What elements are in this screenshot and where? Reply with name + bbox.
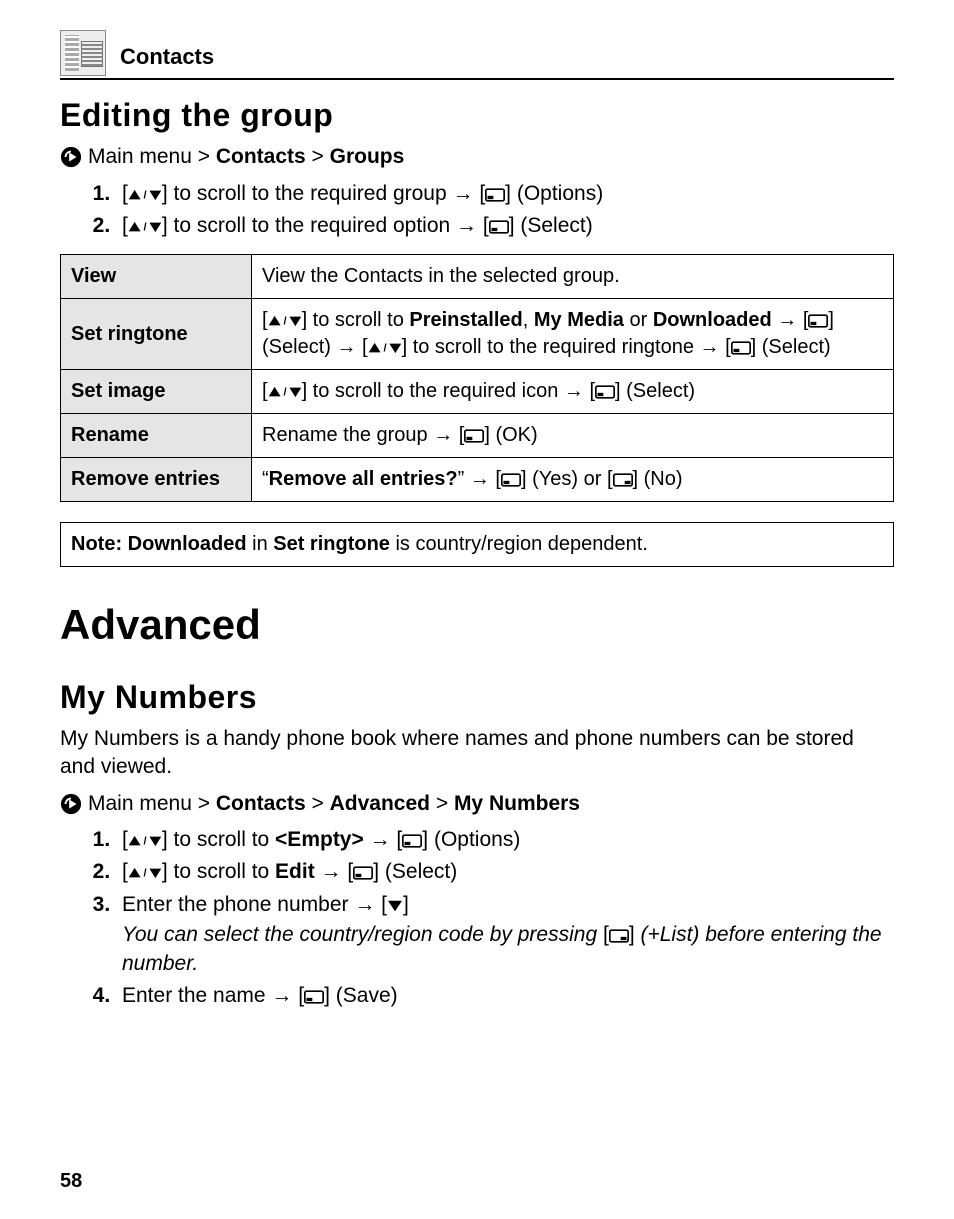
updown-icon: / [268, 309, 302, 331]
section-name: Contacts [120, 42, 214, 72]
options-table: View View the Contacts in the selected g… [60, 254, 894, 502]
softkey-icon [501, 468, 521, 490]
softkey-icon [485, 182, 505, 205]
softkey-icon [304, 984, 324, 1007]
table-row: Rename Rename the group → [] (OK) [61, 414, 894, 458]
softkey-icon [489, 214, 509, 237]
row-label: Set image [61, 370, 252, 414]
row-desc: Rename the group → [] (OK) [252, 414, 894, 458]
updown-icon: / [128, 214, 162, 237]
down-icon [387, 893, 403, 916]
row-desc: “Remove all entries?” → [] (Yes) or [] (… [252, 458, 894, 502]
go-icon [60, 146, 82, 168]
svg-text:/: / [143, 222, 146, 234]
header-divider [60, 78, 894, 80]
editing-title: Editing the group [60, 94, 894, 137]
editing-step-1: [/] to scroll to the required group → []… [116, 180, 894, 208]
softkey-icon [464, 424, 484, 446]
my-numbers-title: My Numbers [60, 676, 894, 719]
softkey-icon [808, 309, 828, 331]
softkey-icon [595, 380, 615, 402]
softkey-icon [402, 828, 422, 851]
row-label: Remove entries [61, 458, 252, 502]
svg-text:/: / [143, 868, 146, 880]
advanced-title: Advanced [60, 597, 894, 654]
my-numbers-desc: My Numbers is a handy phone book where n… [60, 725, 894, 782]
row-desc: [/] to scroll to Preinstalled, My Media … [252, 299, 894, 370]
row-label: Rename [61, 414, 252, 458]
advanced-step-1: [/] to scroll to <Empty> → [] (Options) [116, 826, 894, 854]
updown-icon: / [128, 828, 162, 851]
updown-icon: / [128, 860, 162, 883]
table-row: Set image [/] to scroll to the required … [61, 370, 894, 414]
nav-text: Main menu > Contacts > Advanced > My Num… [88, 790, 580, 818]
softkey-right-icon [613, 468, 633, 490]
softkey-right-icon [609, 923, 629, 946]
softkey-icon [353, 860, 373, 883]
svg-text:/: / [143, 189, 146, 201]
table-row: View View the Contacts in the selected g… [61, 255, 894, 299]
svg-text:/: / [283, 316, 286, 328]
svg-text:/: / [383, 343, 386, 355]
updown-icon: / [368, 336, 402, 358]
editing-step-2: [/] to scroll to the required option → [… [116, 212, 894, 240]
advanced-step-4: Enter the name → [] (Save) [116, 982, 894, 1010]
row-desc: [/] to scroll to the required icon → [] … [252, 370, 894, 414]
updown-icon: / [128, 182, 162, 205]
softkey-icon [731, 336, 751, 358]
nav-text: Main menu > Contacts > Groups [88, 143, 404, 171]
svg-text:/: / [283, 387, 286, 399]
row-label: View [61, 255, 252, 299]
table-row: Remove entries “Remove all entries?” → [… [61, 458, 894, 502]
advanced-step-2: [/] to scroll to Edit → [] (Select) [116, 858, 894, 886]
row-desc: View the Contacts in the selected group. [252, 255, 894, 299]
page-number: 58 [60, 1168, 82, 1195]
section-icon [60, 30, 106, 76]
table-row: Set ringtone [/] to scroll to Preinstall… [61, 299, 894, 370]
svg-text:/: / [143, 836, 146, 848]
row-label: Set ringtone [61, 299, 252, 370]
note-box: Note: Downloaded in Set ringtone is coun… [60, 522, 894, 567]
updown-icon: / [268, 380, 302, 402]
advanced-step-3: Enter the phone number → [] You can sele… [116, 891, 894, 978]
go-icon [60, 793, 82, 815]
